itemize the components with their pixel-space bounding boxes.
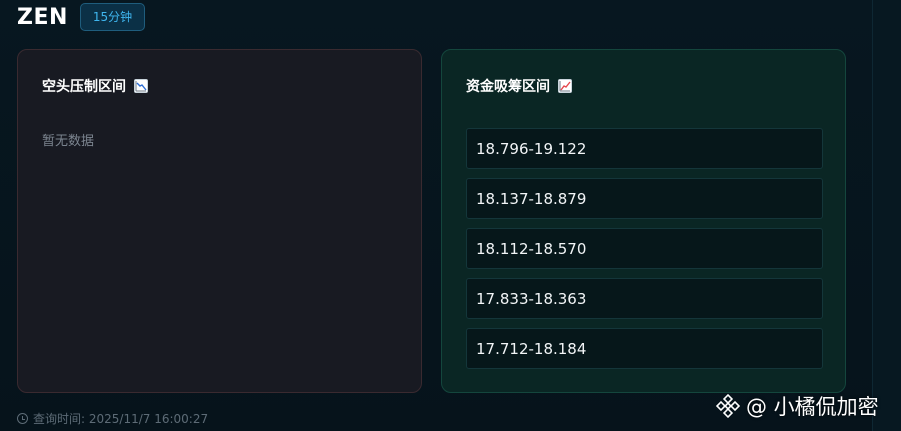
watermark-text: @ 小橘侃加密: [746, 395, 879, 419]
clock-icon: [17, 413, 28, 424]
watermark: @ 小橘侃加密: [715, 388, 879, 424]
range-item: 18.112-18.570: [466, 228, 823, 269]
range-item: 17.833-18.363: [466, 278, 823, 319]
header: ZEN 15分钟: [17, 2, 146, 32]
chart-increasing-icon: [558, 79, 572, 93]
range-item: 17.712-18.184: [466, 328, 823, 369]
footer: 查询时间: 2025/11/7 16:00:27: [17, 410, 208, 427]
scroll-track[interactable]: [872, 0, 901, 431]
short-pressure-card: 空头压制区间 暂无数据: [17, 49, 422, 393]
query-time: 查询时间: 2025/11/7 16:00:27: [33, 412, 209, 426]
accumulation-title: 资金吸筹区间: [466, 79, 550, 95]
range-item: 18.796-19.122: [466, 128, 823, 169]
range-item: 18.137-18.879: [466, 178, 823, 219]
page: ZEN 15分钟 空头压制区间 暂无数据 资金吸筹区间 18.796-19.12…: [0, 0, 901, 431]
chart-decreasing-icon: [134, 79, 148, 93]
empty-state-text: 暂无数据: [42, 134, 95, 149]
range-list: 18.796-19.122 18.137-18.879 18.112-18.57…: [466, 128, 823, 369]
symbol-title: ZEN: [17, 4, 68, 30]
accumulation-card: 资金吸筹区间 18.796-19.122 18.137-18.879 18.11…: [441, 49, 846, 393]
accumulation-title-row: 资金吸筹区间: [466, 76, 572, 96]
short-pressure-title-row: 空头压制区间: [42, 76, 148, 96]
interval-badge[interactable]: 15分钟: [79, 3, 146, 31]
short-pressure-title: 空头压制区间: [42, 79, 126, 95]
binance-logo-icon: [715, 393, 741, 419]
